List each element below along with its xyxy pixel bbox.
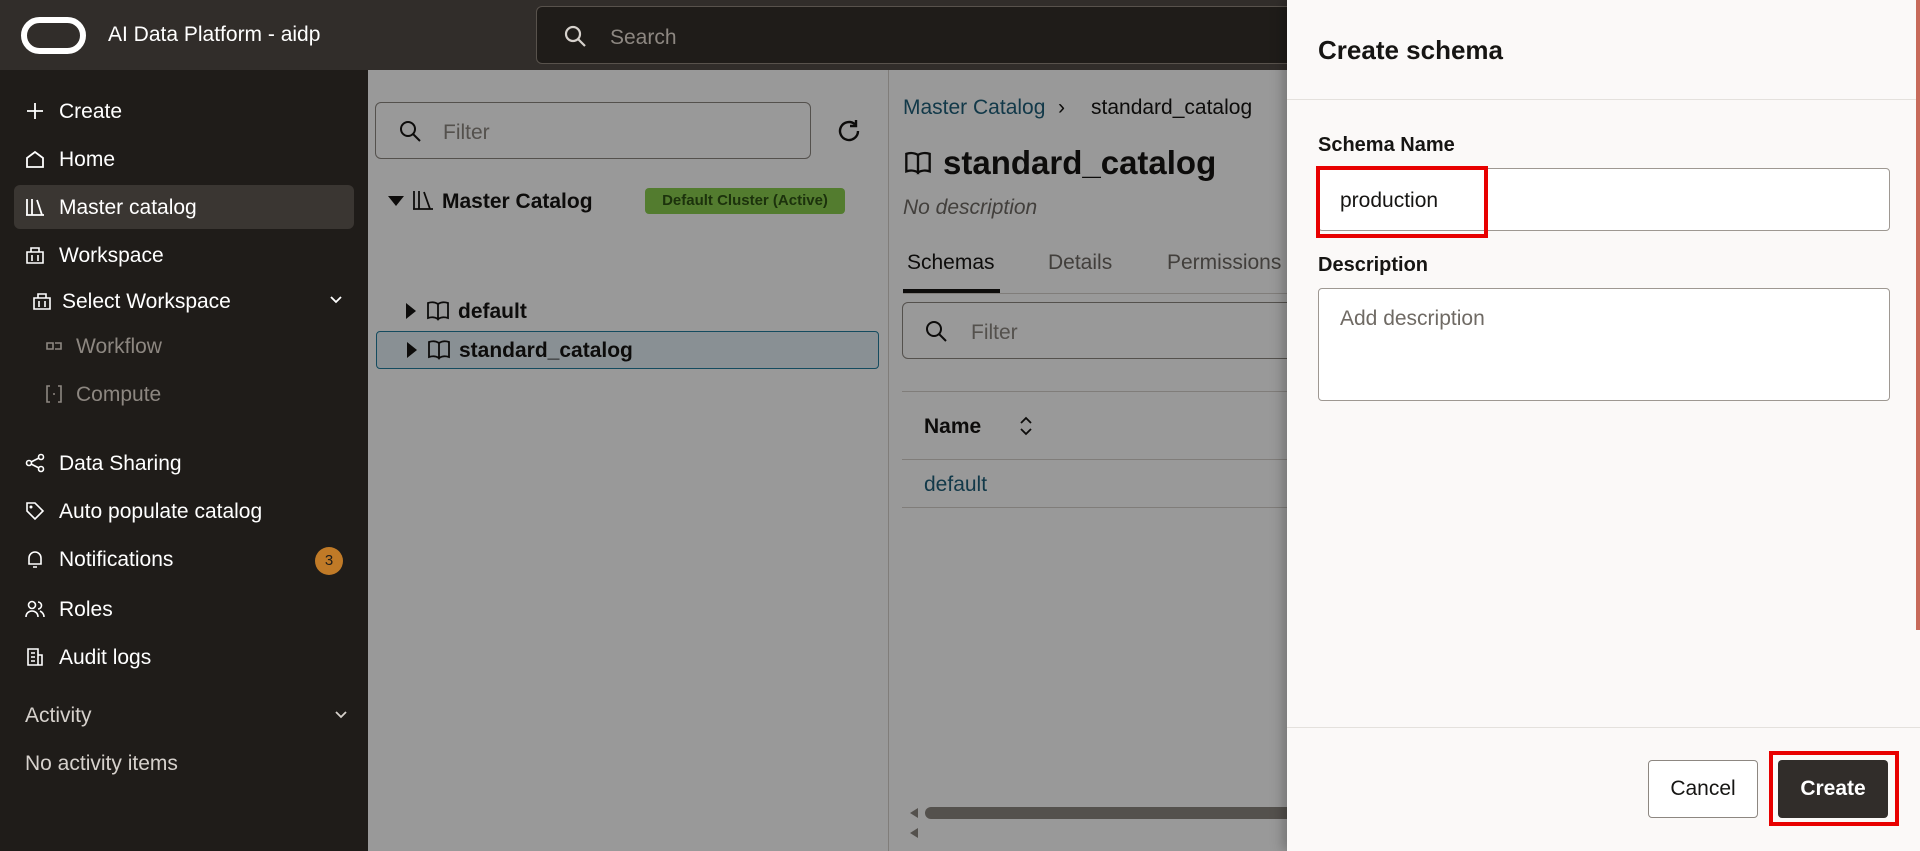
activity-header[interactable]: Activity [25,704,92,728]
sidebar-item-create[interactable]: Create [14,89,354,133]
catalog-icon [26,199,44,216]
drawer-title: Create schema [1318,35,1503,65]
sidebar: Create Home Master catalog Workspace Sel… [0,70,368,851]
activity-empty-text: No activity items [25,752,178,775]
sidebar-item-label: Data Sharing [59,452,182,475]
sidebar-item-label: Roles [59,598,113,621]
chevron-down-icon[interactable] [333,707,349,723]
oracle-logo-icon[interactable] [21,17,86,54]
plus-icon [27,103,43,119]
description-placeholder: Add description [1340,307,1485,330]
sidebar-item-label: Notifications [59,548,174,571]
tag-icon [26,502,45,521]
schema-name-label: Schema Name [1318,134,1455,156]
sidebar-item-label: Create [59,100,123,123]
audit-icon [27,648,43,666]
notification-count-badge: 3 [315,547,343,575]
modal-overlay[interactable] [368,70,1288,851]
global-search-input[interactable]: Search [536,6,1296,64]
sidebar-item-notifications[interactable]: Notifications 3 [14,537,354,581]
home-icon [26,150,44,168]
sidebar-item-label: Home [59,148,116,171]
compute-icon [46,385,62,403]
description-label: Description [1318,254,1429,276]
sidebar-item-label: Auto populate catalog [59,500,263,523]
sidebar-item-label: Workspace [59,244,164,267]
sidebar-item-label: Compute [76,383,162,406]
sidebar-item-data-sharing[interactable]: Data Sharing [14,441,354,485]
sidebar-item-master-catalog[interactable]: Master catalog [14,185,354,229]
sidebar-item-auto-populate-catalog[interactable]: Auto populate catalog [14,489,354,533]
sidebar-item-workspace[interactable]: Workspace [14,233,354,277]
chevron-down-icon [330,296,342,304]
sidebar-item-workflow[interactable]: Workflow [14,324,354,368]
create-button-highlight [1769,751,1899,826]
share-icon [25,453,45,473]
drawer-header: Create schema [1287,0,1920,100]
workflow-icon [46,342,62,350]
sidebar-item-label: Audit logs [59,646,152,669]
drawer-footer-divider [1287,727,1920,728]
create-schema-drawer: Create schema Schema Name production Des… [1287,0,1920,851]
app-title: AI Data Platform - aidp [108,23,321,46]
sidebar-item-label: Select Workspace [62,290,231,313]
roles-icon [25,600,45,618]
search-placeholder: Search [610,26,677,49]
workspace-icon [33,293,51,310]
search-icon [564,25,586,47]
sidebar-item-label: Master catalog [59,196,197,219]
background-edge [1916,0,1920,630]
sidebar-item-compute[interactable]: Compute [14,372,354,416]
sidebar-item-roles[interactable]: Roles [14,587,354,631]
sidebar-item-home[interactable]: Home [14,137,354,181]
workspace-icon [26,247,44,264]
description-textarea[interactable]: Add description [1318,288,1890,401]
schema-name-highlight [1316,166,1488,238]
sidebar-item-select-workspace[interactable]: Select Workspace [14,279,354,323]
cancel-button[interactable]: Cancel [1648,760,1758,818]
sidebar-item-label: Workflow [76,335,162,358]
bell-icon [28,551,42,568]
sidebar-item-audit-logs[interactable]: Audit logs [14,635,354,679]
